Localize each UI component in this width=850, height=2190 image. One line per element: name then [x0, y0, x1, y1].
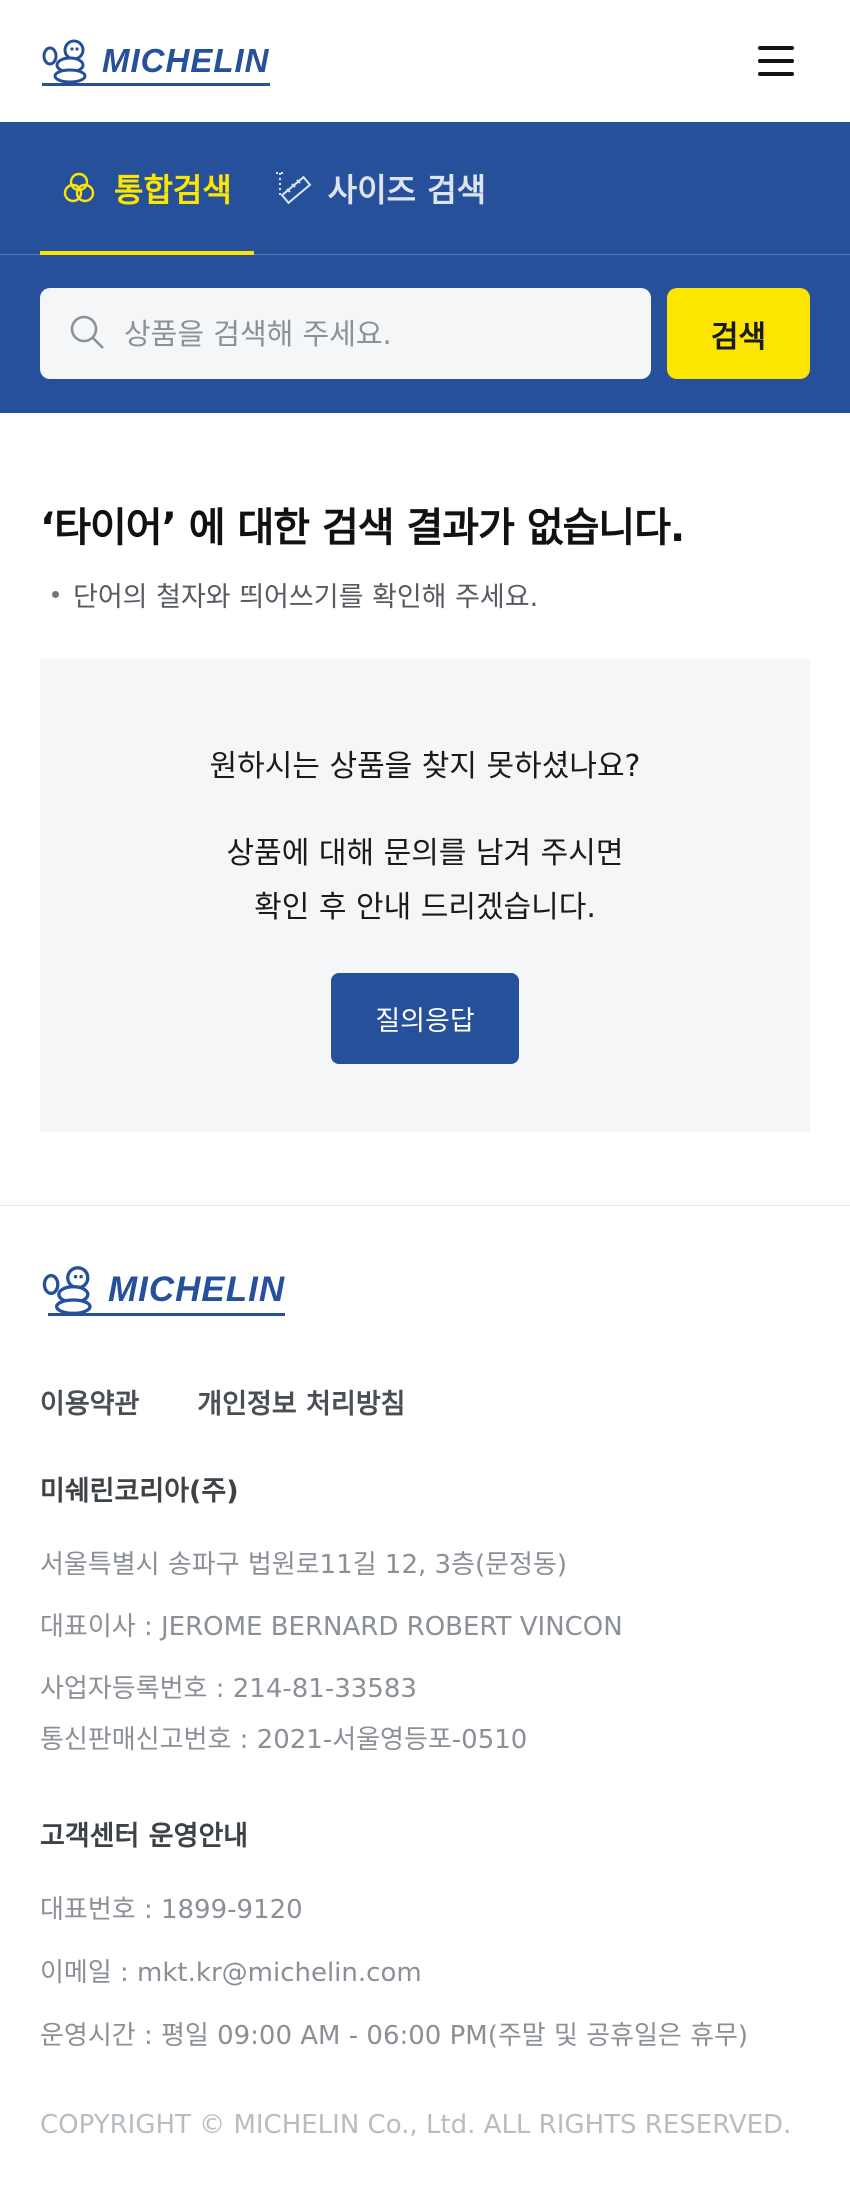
footer-michelin-logo[interactable]: MICHELIN — [40, 1264, 810, 1316]
search-tabs: 통합검색 사이즈 검색 — [0, 122, 850, 255]
site-footer: MICHELIN 이용약관 개인정보 처리방침 미쉐린코리아(주) 서울특별시 … — [0, 1205, 850, 2140]
search-tip: 단어의 철자와 띄어쓰기를 확인해 주세요. — [40, 575, 810, 614]
privacy-policy-link[interactable]: 개인정보 처리방침 — [197, 1382, 405, 1421]
brand-wordmark: MICHELIN — [47, 1270, 286, 1316]
company-ceo: 대표이사 : JEROME BERNARD ROBERT VINCON — [40, 1612, 623, 1642]
search-results: ‘타이어’ 에 대한 검색 결과가 없습니다. 단어의 철자와 띄어쓰기를 확인… — [0, 413, 850, 614]
tab-integrated-search[interactable]: 통합검색 — [40, 121, 254, 255]
bibendum-icon — [42, 39, 87, 84]
tab-label: 통합검색 — [114, 170, 232, 209]
tab-label: 사이즈 검색 — [327, 170, 487, 209]
search-icon — [68, 313, 106, 355]
brand-wordmark: MICHELIN — [42, 42, 270, 86]
search-tip-text: 단어의 철자와 띄어쓰기를 확인해 주세요. — [73, 582, 539, 613]
search-field[interactable] — [40, 288, 651, 379]
search-panel: 통합검색 사이즈 검색 상품을 검색해 주세요. 검색 — [0, 122, 850, 413]
qna-button[interactable]: 질의응답 — [331, 973, 519, 1064]
ruler-size-icon — [272, 167, 314, 209]
tab-size-search[interactable]: 사이즈 검색 — [254, 121, 508, 254]
business-number: 사업자등록번호 : 214-81-33583 — [40, 1674, 417, 1704]
company-address: 서울특별시 송파구 법원로11길 12, 3층(문정동) — [40, 1550, 568, 1580]
footer-links: 이용약관 개인정보 처리방침 — [40, 1382, 810, 1421]
inquiry-help-box: 원하시는 상품을 찾지 못하셨나요? 상품에 대해 문의를 남겨 주시면 확인 … — [40, 659, 810, 1132]
customer-email: 이메일 : mkt.kr@michelin.com — [40, 1958, 422, 1988]
customer-center-title: 고객센터 운영안내 — [40, 1821, 249, 1852]
no-results-title: ‘타이어’ 에 대한 검색 결과가 없습니다. — [40, 505, 685, 551]
bullet-dot — [52, 591, 59, 598]
site-header: MICHELIN — [0, 0, 850, 122]
bibendum-icon — [42, 1266, 92, 1315]
search-input[interactable] — [124, 316, 623, 351]
search-button[interactable]: 검색 — [667, 288, 810, 379]
search-row: 검색 — [0, 255, 850, 379]
customer-hours: 운영시간 : 평일 09:00 AM - 06:00 PM(주말 및 공휴일은 … — [40, 2021, 749, 2051]
michelin-logo[interactable]: MICHELIN — [40, 38, 270, 86]
ecommerce-number: 통신판매신고번호 : 2021-서울영등포-0510 — [40, 1725, 528, 1755]
help-description: 상품에 대해 문의를 남겨 주시면 확인 후 안내 드리겠습니다. — [226, 836, 624, 925]
integrated-search-icon — [58, 167, 100, 209]
copyright: COPYRIGHT © MICHELIN Co., Ltd. ALL RIGHT… — [40, 2110, 792, 2140]
terms-link[interactable]: 이용약관 — [40, 1382, 139, 1421]
hamburger-menu-icon[interactable] — [758, 35, 810, 87]
help-question: 원하시는 상품을 찾지 못하셨나요? — [209, 749, 641, 784]
company-name: 미쉐린코리아(주) — [40, 1476, 239, 1507]
customer-phone: 대표번호 : 1899-9120 — [40, 1895, 303, 1925]
